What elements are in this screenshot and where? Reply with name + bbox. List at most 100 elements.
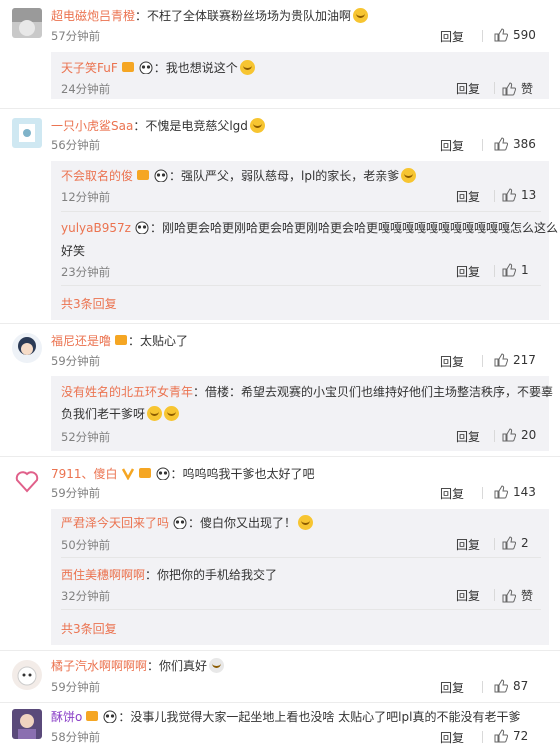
like-count: 590 — [513, 28, 536, 42]
like-button[interactable]: 72 — [494, 729, 528, 743]
comment-time: 58分钟前 — [51, 730, 101, 744]
comment: 超电磁炮吕青橙：不枉了全体联赛粉丝场场为贵队加油啊 57分钟前 回复 590 — [0, 0, 560, 50]
comment-author[interactable]: 福尼还是噜 — [51, 334, 111, 348]
thumbs-up-icon — [502, 588, 516, 602]
reply-time: 12分钟前 — [61, 190, 111, 204]
reply-author[interactable]: 严君泽今天回来了吗 — [61, 516, 169, 530]
like-button[interactable]: 2 — [502, 536, 529, 550]
action-divider — [494, 589, 495, 601]
like-button[interactable]: 13 — [502, 188, 536, 202]
thumbs-up-icon — [502, 428, 516, 442]
reply-button[interactable]: 回复 — [456, 536, 480, 553]
more-replies-link[interactable]: 共3条回复 — [61, 620, 117, 637]
panda-icon — [154, 169, 168, 182]
avatar[interactable] — [12, 118, 42, 148]
comment-author[interactable]: 酥饼o — [51, 710, 82, 724]
like-label: 赞 — [521, 82, 534, 96]
reply-button[interactable]: 回复 — [440, 137, 464, 154]
pray-emoji-icon — [164, 406, 180, 421]
money-emoji-icon — [209, 658, 225, 673]
like-count: 143 — [513, 485, 536, 499]
reply-time: 24分钟前 — [61, 82, 111, 96]
comment-author[interactable]: 7911、傻白 — [51, 467, 118, 481]
avatar[interactable] — [12, 466, 42, 496]
comment-time: 57分钟前 — [51, 29, 101, 43]
like-button[interactable]: 217 — [494, 353, 536, 367]
reply-author[interactable]: 没有姓名的北五环女青年 — [61, 385, 193, 399]
reply-button[interactable]: 回复 — [440, 729, 464, 746]
reply-button[interactable]: 回复 — [440, 353, 464, 370]
thumbs-up-icon — [494, 679, 508, 693]
verified-v-icon — [121, 468, 134, 480]
action-divider — [494, 430, 495, 442]
divider — [61, 609, 541, 610]
reply-box: 严君泽今天回来了吗 ：傻白你又出现了！ 50分钟前 回复 2 西住美穗啊啊啊：你把… — [51, 509, 549, 645]
vip-badge-icon — [115, 335, 128, 345]
comment-time: 59分钟前 — [51, 680, 101, 694]
comment-text: ：没事儿我觉得大家一起坐地上看也没啥 太贴心了吧lpl真的不能没有老干爹 — [118, 710, 521, 724]
reply-box: 没有姓名的北五环女青年：借楼：希望去观赛的小宝贝们也维持好他们主场整洁秩序，不要… — [51, 376, 553, 451]
comment: 酥饼o ：没事儿我觉得大家一起坐地上看也没啥 太贴心了吧lpl真的不能没有老干爹 … — [0, 704, 560, 750]
comment-time: 56分钟前 — [51, 138, 101, 152]
reply-button[interactable]: 回复 — [440, 485, 464, 502]
reply-button[interactable]: 回复 — [456, 80, 480, 97]
comment: 橘子汽水啊啊啊啊：你们真好 59分钟前 回复 87 — [0, 652, 560, 702]
reply-box: 天子笑FuF ：我也想说这个 24分钟前 回复 赞 — [51, 52, 549, 99]
reply-time: 23分钟前 — [61, 265, 111, 279]
reply-author[interactable]: yulyaB957z — [61, 221, 131, 235]
divider — [0, 702, 560, 703]
reply-button[interactable]: 回复 — [456, 428, 480, 445]
cry-emoji-icon — [401, 168, 417, 183]
like-label: 赞 — [521, 589, 534, 603]
like-button[interactable]: 87 — [494, 679, 528, 693]
comment: 福尼还是噜 ：太贴心了 59分钟前 回复 217 — [0, 325, 560, 375]
comment-time: 59分钟前 — [51, 486, 101, 500]
like-count: 386 — [513, 137, 536, 151]
reply-button[interactable]: 回复 — [440, 28, 464, 45]
reply-button[interactable]: 回复 — [456, 587, 480, 604]
like-button[interactable]: 赞 — [502, 80, 533, 97]
reply-author[interactable]: 天子笑FuF — [61, 61, 118, 75]
like-count: 217 — [513, 353, 536, 367]
reply-text: ：傻白你又出现了！ — [188, 516, 297, 530]
pray-emoji-icon — [147, 406, 163, 421]
reply-time: 50分钟前 — [61, 538, 111, 552]
like-button[interactable]: 1 — [502, 263, 529, 277]
reply-text: ：借楼：希望去观赛的小宝贝们也维持好他们主场整洁秩序，不要辜 — [193, 385, 554, 399]
vip-badge-icon — [121, 62, 134, 72]
like-button[interactable]: 赞 — [502, 587, 533, 604]
thumbs-up-icon — [494, 28, 508, 42]
like-button[interactable]: 143 — [494, 485, 536, 499]
laugh-emoji-icon — [239, 60, 255, 75]
avatar[interactable] — [12, 709, 42, 739]
avatar[interactable] — [12, 333, 42, 363]
reply-button[interactable]: 回复 — [456, 263, 480, 280]
action-divider — [482, 139, 483, 151]
comment-author[interactable]: 超电磁炮吕青橙 — [51, 9, 135, 23]
comment-author[interactable]: 一只小虎鲨Saa — [51, 119, 133, 133]
comment-time: 59分钟前 — [51, 354, 101, 368]
like-button[interactable]: 386 — [494, 137, 536, 151]
vip-badge-icon — [86, 711, 99, 721]
panda-icon — [139, 61, 153, 74]
comment-author[interactable]: 橘子汽水啊啊啊啊 — [51, 659, 147, 673]
comment-text: ：你们真好 — [147, 659, 208, 673]
avatar[interactable] — [12, 8, 42, 38]
like-count: 87 — [513, 679, 529, 693]
reply-author[interactable]: 西住美穗啊啊啊 — [61, 568, 145, 582]
action-divider — [494, 190, 495, 202]
more-replies-link[interactable]: 共3条回复 — [61, 295, 117, 312]
vip-badge-icon — [137, 170, 150, 180]
thumbs-up-icon — [494, 485, 508, 499]
reply-button[interactable]: 回复 — [440, 679, 464, 696]
laugh-emoji-icon — [298, 515, 314, 530]
reply-button[interactable]: 回复 — [456, 188, 480, 205]
reply-author[interactable]: 不会取名的俊 — [61, 169, 133, 183]
reply-text: ：我也想说这个 — [153, 61, 238, 75]
panda-icon — [103, 710, 117, 723]
like-button[interactable]: 590 — [494, 28, 536, 42]
like-button[interactable]: 20 — [502, 428, 536, 442]
avatar[interactable] — [12, 660, 42, 690]
like-count: 2 — [521, 536, 529, 550]
thumbs-up-icon — [502, 81, 516, 95]
